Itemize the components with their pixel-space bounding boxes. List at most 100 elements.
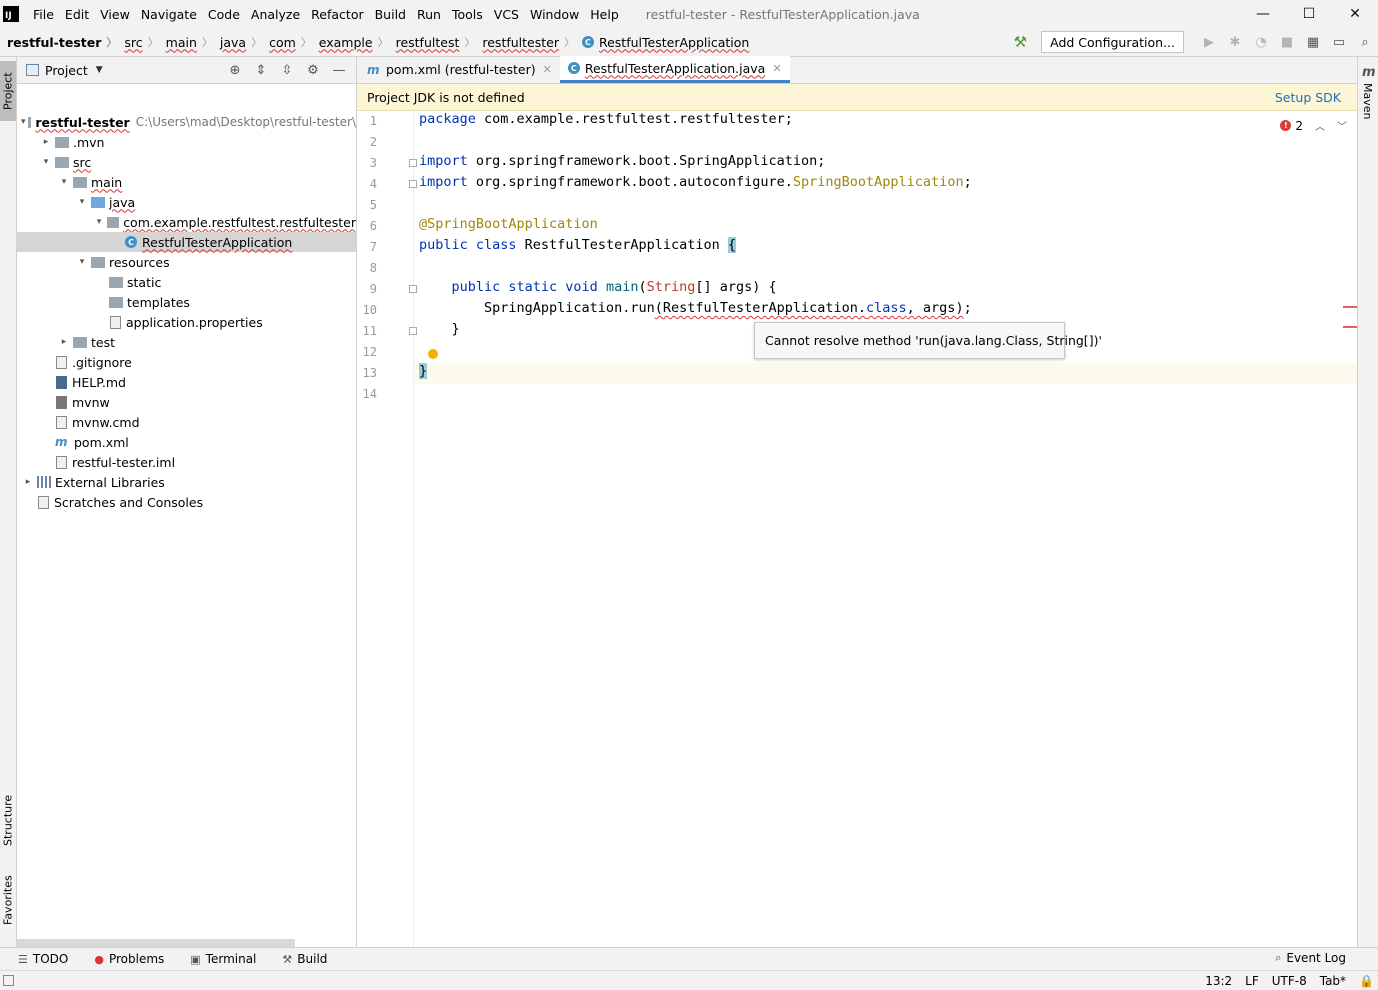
error-stripe-mark[interactable] xyxy=(1343,326,1357,328)
expand-all-icon[interactable]: ⇕ xyxy=(248,63,274,78)
chevron-down-icon[interactable]: ▾ xyxy=(93,217,105,227)
close-window-button[interactable]: ✕ xyxy=(1332,0,1378,28)
menu-tools[interactable]: Tools xyxy=(448,7,487,22)
hide-panel-icon[interactable]: — xyxy=(326,63,352,78)
breadcrumb-project[interactable]: restful-tester 〉 xyxy=(0,34,117,50)
code-line-6[interactable]: @SpringBootApplication xyxy=(415,216,1357,237)
project-view-selector[interactable]: Project xyxy=(45,63,88,78)
code-line-14[interactable] xyxy=(415,384,1357,405)
menu-vcs[interactable]: VCS xyxy=(490,7,523,22)
menu-navigate[interactable]: Navigate xyxy=(137,7,201,22)
tree-item[interactable]: restful-tester.iml xyxy=(17,452,356,472)
todo-tool-button[interactable]: ☰ TODO xyxy=(10,952,76,966)
close-icon[interactable]: ✕ xyxy=(772,62,781,75)
add-configuration-button[interactable]: Add Configuration... xyxy=(1041,31,1184,53)
tree-item[interactable]: templates xyxy=(17,292,356,312)
menu-code[interactable]: Code xyxy=(204,7,244,22)
collapse-all-icon[interactable]: ⇳ xyxy=(274,63,300,78)
tree-item[interactable]: mvnw xyxy=(17,392,356,412)
chevron-down-icon[interactable]: ▾ xyxy=(57,177,71,187)
project-tool-tab[interactable]: Project xyxy=(0,61,16,121)
code-line-2[interactable] xyxy=(415,132,1357,153)
line-separator[interactable]: LF xyxy=(1245,974,1259,988)
breadcrumb-java[interactable]: java 〉 xyxy=(213,34,262,50)
structure-tool-tab[interactable]: Structure xyxy=(0,785,16,855)
tool-windows-icon[interactable] xyxy=(3,975,14,986)
tab-restful-tester-application[interactable]: C RestfulTesterApplication.java ✕ xyxy=(559,56,790,83)
tree-item[interactable]: m pom.xml xyxy=(17,432,356,452)
tree-item[interactable]: C RestfulTesterApplication xyxy=(17,232,356,252)
menu-run[interactable]: Run xyxy=(413,7,445,22)
code-line-5[interactable] xyxy=(415,195,1357,216)
minimize-button[interactable]: — xyxy=(1240,0,1286,28)
tree-item[interactable]: ▸ .mvn xyxy=(17,132,356,152)
tab-pom-xml[interactable]: m pom.xml (restful-tester) ✕ xyxy=(357,56,560,83)
tree-item[interactable]: ▾ com.example.restfultest.restfultester xyxy=(17,212,356,232)
tree-item[interactable]: ▾ restful-tester C:\Users\mad\Desktop\rest… xyxy=(17,112,356,132)
line-number[interactable]: 7 xyxy=(357,237,377,258)
code-line-7[interactable]: public class RestfulTesterApplication { xyxy=(415,237,1357,258)
menu-build[interactable]: Build xyxy=(371,7,410,22)
lock-icon[interactable]: 🔒 xyxy=(1359,974,1374,988)
line-number[interactable]: 8 xyxy=(357,258,377,279)
menu-edit[interactable]: Edit xyxy=(61,7,93,22)
inspection-widget[interactable]: ! 2 ︿ ﹀ xyxy=(1280,118,1347,133)
breadcrumb-com[interactable]: com 〉 xyxy=(262,34,312,50)
breadcrumb-class[interactable]: C RestfulTesterApplication xyxy=(575,35,749,50)
caret-position[interactable]: 13:2 xyxy=(1205,974,1232,988)
maximize-button[interactable]: ☐ xyxy=(1286,0,1332,28)
breadcrumb-example[interactable]: example 〉 xyxy=(312,34,389,50)
code-line-1[interactable]: package com.example.restfultest.restfult… xyxy=(415,111,1357,132)
chevron-right-icon[interactable]: ▸ xyxy=(57,337,71,347)
code-line-10[interactable]: SpringApplication.run(RestfulTesterAppli… xyxy=(415,300,1357,321)
build-tool-button[interactable]: ⚒ Build xyxy=(274,952,335,966)
line-number[interactable]: 5 xyxy=(357,195,377,216)
menu-file[interactable]: File xyxy=(29,7,58,22)
editor-gutter[interactable]: 1 2 3 4 5 6 7 8 9 10 11 12 13 14 xyxy=(357,111,417,947)
presentation-icon[interactable]: ▭ xyxy=(1326,35,1352,50)
chevron-down-icon[interactable]: ▾ xyxy=(21,117,26,127)
debug-icon[interactable]: ✱ xyxy=(1222,35,1248,50)
chevron-down-icon[interactable]: ﹀ xyxy=(1337,118,1347,133)
locate-file-icon[interactable]: ⊕ xyxy=(222,63,248,78)
event-log-button[interactable]: ⌕ Event Log xyxy=(1275,951,1346,965)
setup-sdk-link[interactable]: Setup SDK xyxy=(1275,90,1341,105)
line-number[interactable]: 14 xyxy=(357,384,377,405)
line-number[interactable]: 4 xyxy=(357,174,377,195)
tree-item[interactable]: .gitignore xyxy=(17,352,356,372)
lightbulb-icon[interactable] xyxy=(428,349,438,359)
menu-help[interactable]: Help xyxy=(586,7,623,22)
tree-item[interactable]: ▾ resources xyxy=(17,252,356,272)
tree-item[interactable]: application.properties xyxy=(17,312,356,332)
breadcrumb-restfultester[interactable]: restfultester 〉 xyxy=(475,34,575,50)
line-number[interactable]: 2 xyxy=(357,132,377,153)
stop-icon[interactable]: ■ xyxy=(1274,35,1300,50)
line-number[interactable]: 3 xyxy=(357,153,377,174)
chevron-down-icon[interactable]: ▾ xyxy=(75,257,89,267)
terminal-tool-button[interactable]: ▣ Terminal xyxy=(182,952,264,966)
file-encoding[interactable]: UTF-8 xyxy=(1272,974,1307,988)
tree-item[interactable]: mvnw.cmd xyxy=(17,412,356,432)
gear-icon[interactable]: ⚙ xyxy=(300,63,326,78)
line-number[interactable]: 12 xyxy=(357,342,377,363)
menu-view[interactable]: View xyxy=(96,7,134,22)
tree-item[interactable]: ▾ src xyxy=(17,152,356,172)
search-everywhere-icon[interactable]: ⌕ xyxy=(1352,35,1378,50)
line-number[interactable]: 11 xyxy=(357,321,377,342)
breadcrumb-src[interactable]: src 〉 xyxy=(117,34,158,50)
line-number[interactable]: 1 xyxy=(357,111,377,132)
code-line-3[interactable]: import org.springframework.boot.SpringAp… xyxy=(415,153,1357,174)
run-icon[interactable]: ▶ xyxy=(1196,35,1222,50)
chevron-right-icon[interactable]: ▸ xyxy=(21,477,35,487)
tree-item[interactable]: ▾ main xyxy=(17,172,356,192)
line-number[interactable]: 9 xyxy=(357,279,377,300)
menu-window[interactable]: Window xyxy=(526,7,583,22)
chevron-up-icon[interactable]: ︿ xyxy=(1315,118,1325,133)
breadcrumb-main[interactable]: main 〉 xyxy=(159,34,213,50)
hammer-icon[interactable]: ⚒ xyxy=(1014,33,1027,51)
tree-item[interactable]: HELP.md xyxy=(17,372,356,392)
close-icon[interactable]: ✕ xyxy=(543,63,552,76)
breadcrumb-restfultest[interactable]: restfultest 〉 xyxy=(389,34,476,50)
maven-icon[interactable]: m xyxy=(1362,65,1376,80)
tree-item[interactable]: Scratches and Consoles xyxy=(17,492,356,512)
